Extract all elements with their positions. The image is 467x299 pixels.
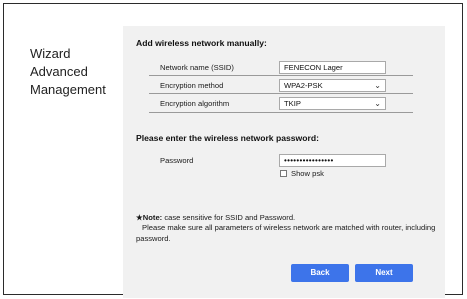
- encryption-method-value: WPA2-PSK: [284, 81, 323, 90]
- show-psk-toggle[interactable]: Show psk: [280, 169, 324, 178]
- window-frame: Wizard Advanced Management Add wireless …: [3, 3, 463, 298]
- note-line-1: case sensitive for SSID and Password.: [162, 213, 296, 222]
- password-input[interactable]: ••••••••••••••••: [279, 154, 386, 167]
- note-line-2: Please make sure all parameters of wirel…: [136, 223, 436, 243]
- chevron-down-icon: ⌄: [374, 99, 381, 108]
- sidebar-item-wizard[interactable]: Wizard: [30, 46, 120, 62]
- encryption-method-label: Encryption method: [160, 81, 224, 90]
- row-divider: [149, 93, 413, 94]
- note-heading: ★Note:: [136, 213, 163, 222]
- next-button[interactable]: Next: [355, 264, 413, 282]
- password-section-title: Please enter the wireless network passwo…: [136, 133, 319, 143]
- back-button[interactable]: Back: [291, 264, 349, 282]
- row-divider: [149, 112, 413, 113]
- encryption-method-select[interactable]: WPA2-PSK ⌄: [279, 79, 386, 92]
- show-psk-checkbox[interactable]: [280, 170, 287, 177]
- wizard-panel: Add wireless network manually: Network n…: [123, 26, 445, 298]
- ssid-input[interactable]: FENECON Lager: [279, 61, 386, 74]
- show-psk-label: Show psk: [291, 169, 324, 178]
- encryption-algorithm-value: TKIP: [284, 99, 301, 108]
- encryption-algorithm-select[interactable]: TKIP ⌄: [279, 97, 386, 110]
- row-divider: [149, 75, 413, 76]
- sidebar: Wizard Advanced Management: [30, 46, 120, 100]
- password-label: Password: [160, 156, 194, 165]
- encryption-algorithm-label: Encryption algorithm: [160, 99, 230, 108]
- chevron-down-icon: ⌄: [374, 81, 381, 90]
- manual-section-title: Add wireless network manually:: [136, 38, 267, 48]
- note-text: ★Note: case sensitive for SSID and Passw…: [136, 213, 436, 244]
- ssid-label: Network name (SSID): [160, 63, 234, 72]
- sidebar-item-management[interactable]: Management: [30, 82, 120, 98]
- sidebar-item-advanced[interactable]: Advanced: [30, 64, 120, 80]
